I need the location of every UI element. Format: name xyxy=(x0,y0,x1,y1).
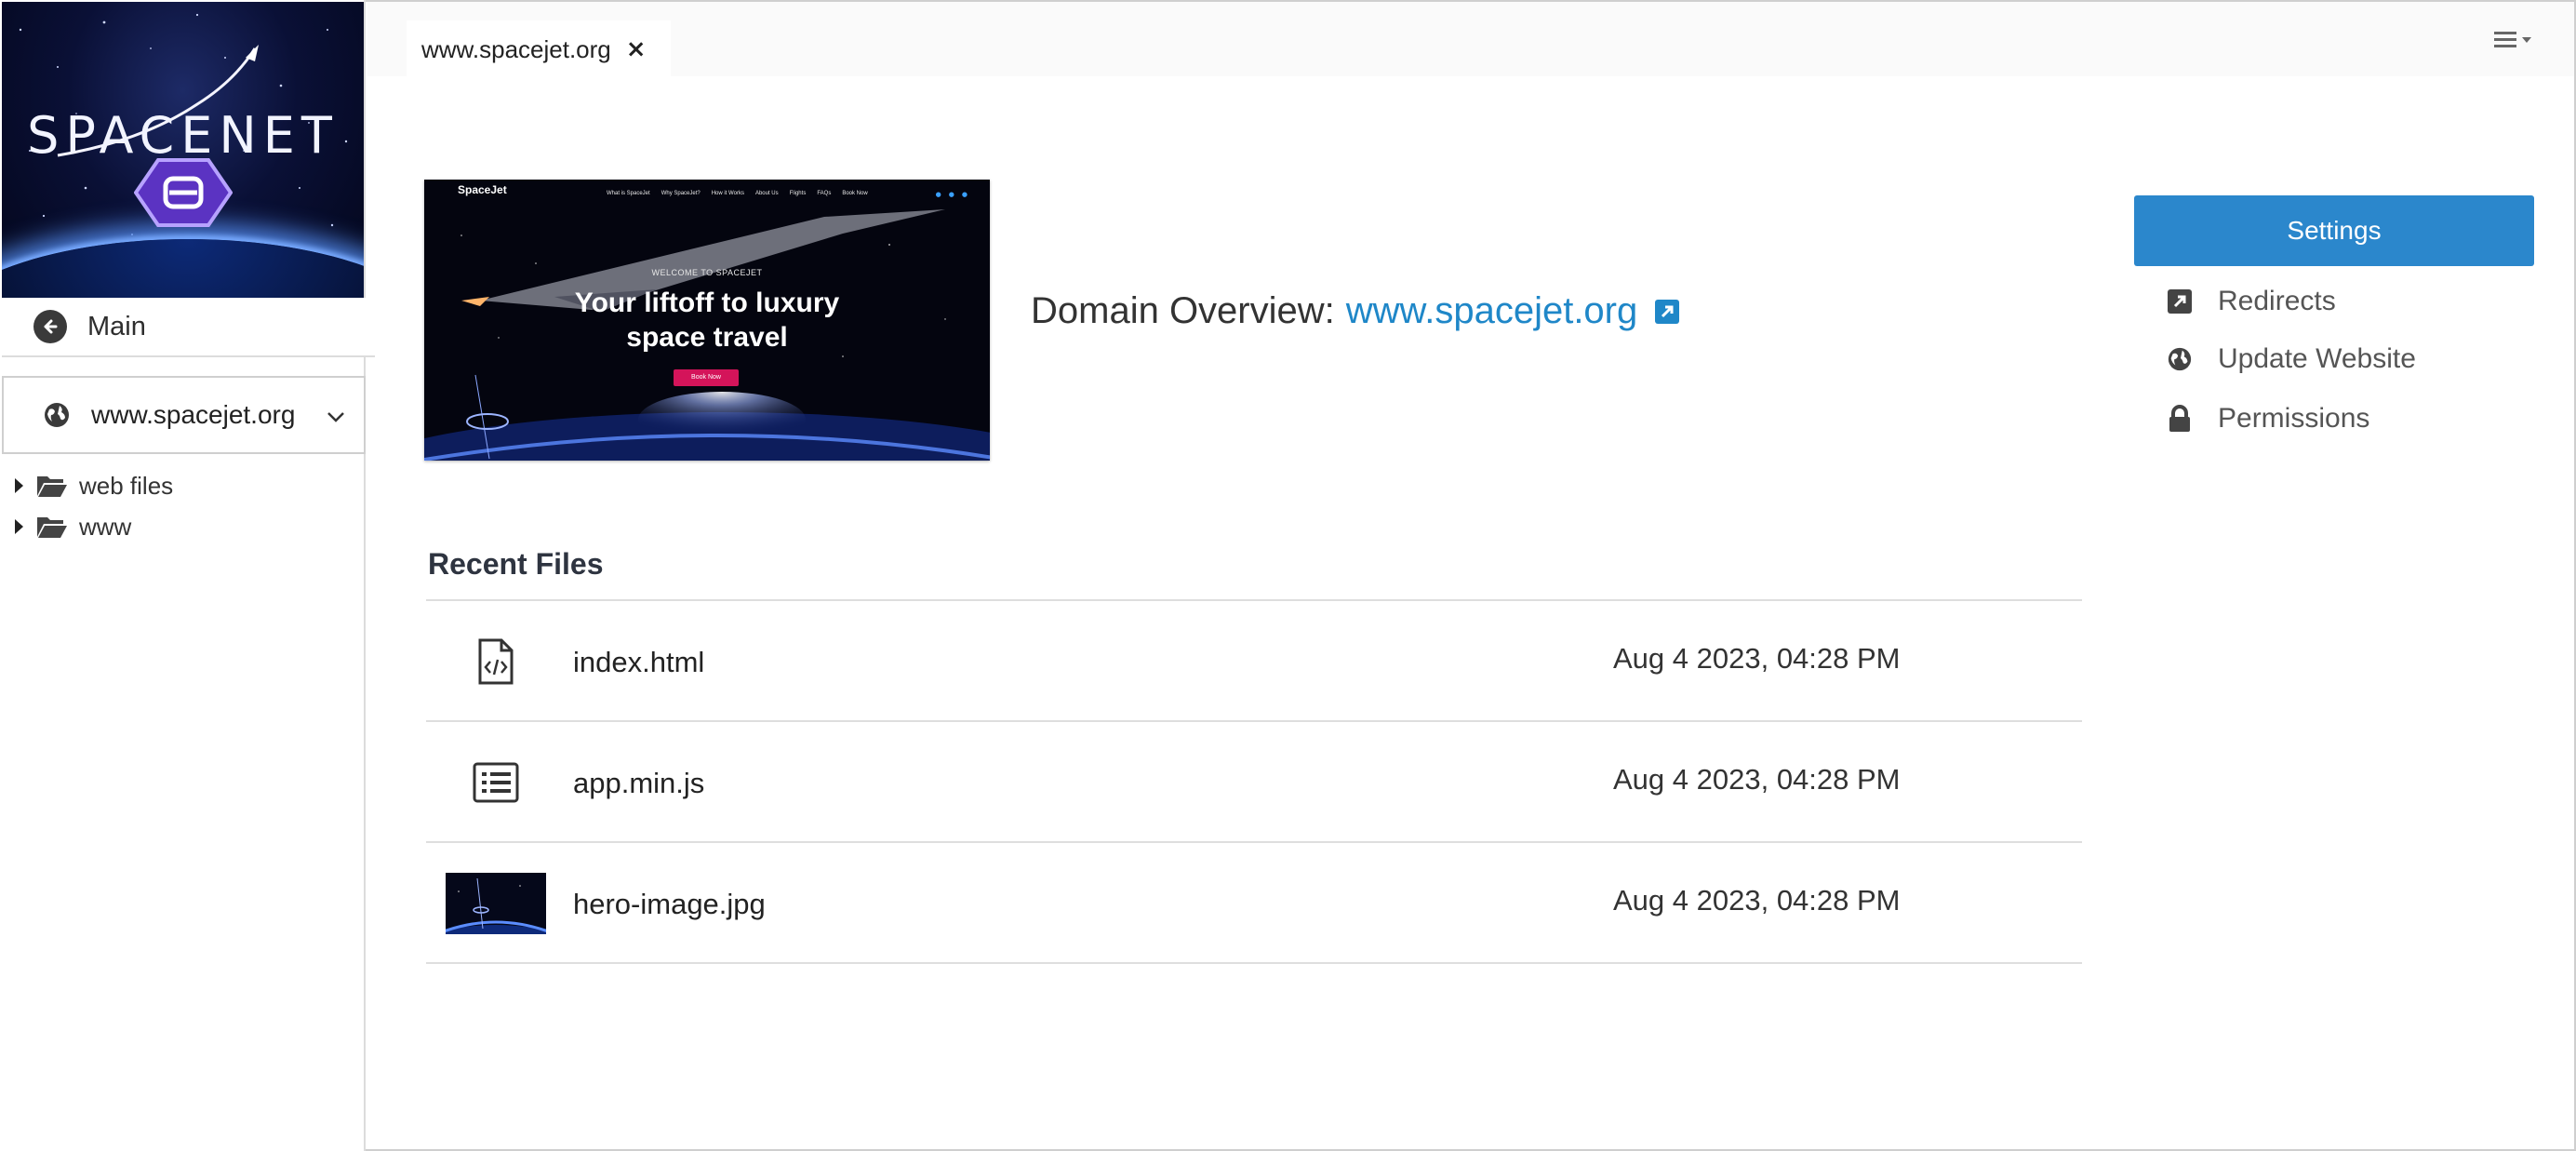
preview-nav-link: Book Now xyxy=(842,191,868,196)
recent-files-title: Recent Files xyxy=(428,547,604,581)
domain-selector-label: www.spacejet.org xyxy=(91,400,296,429)
caret-right-icon[interactable] xyxy=(15,519,23,534)
file-name: index.html xyxy=(573,646,705,678)
image-thumbnail xyxy=(445,871,547,936)
preview-nav-link: Why SpaceJet? xyxy=(661,191,701,196)
tab-spacejet[interactable]: www.spacejet.org × xyxy=(407,20,671,78)
permissions-label: Permissions xyxy=(2218,403,2370,434)
domain-overview-title: Domain Overview: www.spacejet.org xyxy=(1031,290,1680,332)
update-website-label: Update Website xyxy=(2218,343,2416,374)
tree-item-label: www xyxy=(79,512,132,541)
domain-link[interactable]: www.spacejet.org xyxy=(1346,290,1637,332)
preview-hero-line: Your liftoff to luxury xyxy=(574,288,840,318)
file-row[interactable]: app.min.js Aug 4 2023, 04:28 PM xyxy=(426,722,2082,843)
chevron-down-icon xyxy=(327,412,344,422)
preview-nav: What is SpaceJet Why SpaceJet? How it Wo… xyxy=(607,191,868,196)
spacenet-logo: SPACENET xyxy=(2,2,364,298)
permissions-action[interactable]: Permissions xyxy=(2166,400,2369,437)
nav-main-label: Main xyxy=(87,311,146,341)
tab-bar: www.spacejet.org × xyxy=(367,2,2574,78)
website-preview[interactable]: SpaceJet What is SpaceJet Why SpaceJet? … xyxy=(424,180,990,461)
external-link-icon xyxy=(2166,288,2194,315)
file-row[interactable]: hero-image.jpg Aug 4 2023, 04:28 PM xyxy=(426,843,2082,964)
preview-brand: SpaceJet xyxy=(458,183,507,196)
list-file-icon xyxy=(445,750,547,815)
file-date: Aug 4 2023, 04:28 PM xyxy=(1613,763,1901,796)
file-row[interactable]: index.html Aug 4 2023, 04:28 PM xyxy=(426,601,2082,722)
folder-open-icon xyxy=(37,517,67,538)
redirects-label: Redirects xyxy=(2218,286,2336,316)
file-tree: web files www xyxy=(15,465,173,547)
sidebar: SPACENET Main www.spacejet.org web files… xyxy=(0,0,375,1151)
close-icon[interactable]: × xyxy=(626,35,647,63)
hamburger-icon xyxy=(2494,32,2531,47)
nav-main-back[interactable]: Main xyxy=(2,298,375,357)
recent-files-list: index.html Aug 4 2023, 04:28 PM app.min.… xyxy=(426,599,2082,964)
preview-hero-line: space travel xyxy=(626,322,788,353)
file-date: Aug 4 2023, 04:28 PM xyxy=(1613,884,1901,917)
update-website-action[interactable]: Update Website xyxy=(2166,341,2416,378)
settings-button[interactable]: Settings xyxy=(2134,195,2534,266)
folder-open-icon xyxy=(37,476,67,497)
preview-nav-link: What is SpaceJet xyxy=(607,191,650,196)
preview-hero-text: Your liftoff to luxury space travel xyxy=(424,286,990,355)
tree-item-www[interactable]: www xyxy=(15,506,173,547)
globe-icon xyxy=(2166,345,2194,373)
preview-nav-link: About Us xyxy=(754,191,779,196)
globe-icon xyxy=(45,403,69,427)
tree-item-web-files[interactable]: web files xyxy=(15,465,173,506)
preview-social-icons: ● ● ● xyxy=(935,191,968,198)
file-date: Aug 4 2023, 04:28 PM xyxy=(1613,642,1901,675)
tab-label: www.spacejet.org xyxy=(421,34,611,63)
preview-nav-link: Flights xyxy=(789,191,807,196)
code-file-icon xyxy=(445,629,547,694)
overview-prefix: Domain Overview: xyxy=(1031,290,1335,331)
preview-nav-link: How it Works xyxy=(711,191,744,196)
external-link-icon[interactable] xyxy=(1654,299,1680,325)
preview-welcome: WELCOME TO SPACEJET xyxy=(651,268,763,277)
back-arrow-icon xyxy=(33,310,67,343)
tree-item-label: web files xyxy=(79,471,174,500)
lock-icon xyxy=(2166,405,2194,433)
domain-selector[interactable]: www.spacejet.org xyxy=(2,376,366,454)
caret-right-icon[interactable] xyxy=(15,478,23,493)
badge-3-icon xyxy=(134,158,233,227)
preview-nav-link: FAQs xyxy=(817,191,832,196)
hamburger-menu-button[interactable] xyxy=(2492,24,2539,56)
file-name: hero-image.jpg xyxy=(573,888,766,920)
redirects-action[interactable]: Redirects xyxy=(2166,283,2336,320)
logo-text: SPACENET xyxy=(27,106,339,165)
app-frame xyxy=(0,0,2576,1151)
file-name: app.min.js xyxy=(573,767,705,799)
preview-book-button: Book Now xyxy=(674,369,739,386)
